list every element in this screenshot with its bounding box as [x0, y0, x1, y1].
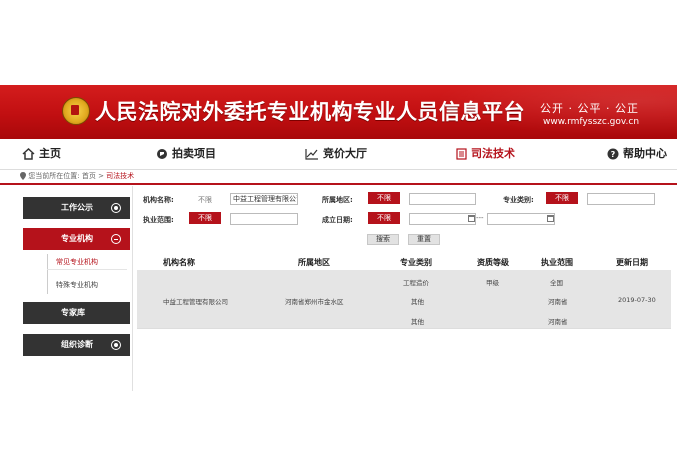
auction-icon	[157, 149, 167, 159]
cell-date: 2019-07-30	[618, 296, 656, 304]
column-header-region: 所属地区	[298, 258, 330, 267]
scope-label: 执业范围:	[143, 216, 174, 224]
column-header-category: 专业类别	[400, 258, 432, 267]
breadcrumb-current: 司法技术	[106, 172, 135, 180]
breadcrumb-divider	[0, 183, 677, 185]
type-unlimited-button[interactable]: 不限	[546, 192, 578, 204]
cell-scope: 河南省	[548, 298, 568, 306]
date-range-separator: ---	[476, 214, 484, 222]
cell-category: 其他	[411, 318, 424, 326]
breadcrumb-home[interactable]: 首页	[82, 172, 96, 180]
sidebar-label: 专业机构	[61, 234, 93, 243]
nav-help[interactable]: ? 帮助中心	[607, 146, 667, 162]
sidebar-item-work-notice[interactable]: 工作公示	[23, 197, 130, 219]
scope-unlimited-button[interactable]: 不限	[189, 212, 221, 224]
nav-auction[interactable]: 拍卖项目	[156, 146, 216, 162]
table-bottom-border	[137, 328, 671, 329]
cell-grade: 甲级	[486, 279, 499, 287]
nav-auction-label: 拍卖项目	[172, 147, 216, 160]
cell-scope: 河南省	[548, 318, 568, 326]
name-unlimited-option[interactable]: 不限	[198, 195, 212, 205]
svg-text:?: ?	[611, 150, 616, 159]
sidebar-subitem-special[interactable]: 特殊专业机构	[56, 280, 98, 290]
breadcrumb-prefix: 您当前所在位置:	[28, 172, 80, 180]
nav-bidding[interactable]: 竞价大厅	[305, 146, 367, 162]
date-label: 成立日期:	[322, 216, 353, 224]
nav-bidding-label: 竞价大厅	[323, 147, 367, 160]
nav-help-label: 帮助中心	[623, 147, 667, 160]
name-label: 机构名称:	[143, 196, 174, 204]
header-domain: www.rmfysszc.gov.cn	[543, 117, 640, 127]
type-input[interactable]	[587, 193, 655, 205]
sidebar-item-org-diag[interactable]: 组织诊断	[23, 334, 130, 356]
nav-judicial[interactable]: 司法技术	[456, 146, 515, 162]
column-header-grade: 资质等级	[477, 258, 509, 267]
sidebar-item-institutions[interactable]: 专业机构	[23, 228, 130, 250]
search-button[interactable]: 搜索	[367, 234, 399, 245]
date-from-input[interactable]	[409, 213, 476, 225]
breadcrumb: 您当前所在位置: 首页 > 司法技术	[20, 170, 134, 182]
column-header-scope: 执业范围	[541, 258, 573, 267]
platform-title: 人民法院对外委托专业机构专业人员信息平台	[95, 99, 525, 124]
submenu-line	[47, 254, 48, 294]
reset-button[interactable]: 重置	[408, 234, 440, 245]
name-input[interactable]: 中益工程管理有限公司	[230, 193, 298, 205]
cell-name[interactable]: 中益工程管理有限公司	[163, 296, 228, 306]
expand-icon	[111, 340, 121, 350]
region-input[interactable]	[409, 193, 476, 205]
date-to-input[interactable]	[487, 213, 555, 225]
column-header-date: 更新日期	[616, 258, 648, 267]
nav-home-label: 主页	[39, 147, 61, 160]
region-unlimited-button[interactable]: 不限	[368, 192, 400, 204]
sidebar-label: 组织诊断	[61, 340, 93, 349]
collapse-icon	[111, 234, 121, 244]
column-header-name: 机构名称	[163, 258, 195, 267]
court-emblem-icon	[62, 97, 90, 125]
calendar-icon[interactable]	[468, 215, 475, 222]
type-label: 专业类别:	[503, 196, 534, 204]
region-label: 所属地区:	[322, 196, 353, 204]
cell-scope: 全国	[550, 279, 563, 287]
trend-chart-icon	[305, 149, 318, 160]
sidebar-item-experts[interactable]: 专家库	[23, 302, 130, 324]
help-icon: ?	[607, 148, 619, 160]
expand-icon	[111, 203, 121, 213]
cell-category: 工程造价	[403, 279, 429, 287]
cell-region: 河南省郑州市金水区	[285, 298, 344, 306]
cell-category: 其他	[411, 298, 424, 306]
calendar-icon[interactable]	[547, 215, 554, 222]
date-unlimited-button[interactable]: 不限	[368, 212, 400, 224]
sidebar-label: 工作公示	[61, 203, 93, 212]
scope-input[interactable]	[230, 213, 298, 225]
home-icon	[22, 148, 35, 160]
header-slogan: 公开 · 公平 · 公正	[540, 102, 639, 115]
sidebar-subitem-common[interactable]: 常见专业机构	[56, 257, 98, 267]
document-list-icon	[456, 148, 467, 160]
sidebar-label: 专家库	[61, 308, 85, 317]
submenu-divider	[47, 269, 127, 270]
breadcrumb-separator: >	[98, 172, 104, 180]
nav-home[interactable]: 主页	[22, 146, 61, 162]
location-pin-icon	[20, 172, 26, 180]
nav-judicial-label: 司法技术	[471, 147, 515, 160]
